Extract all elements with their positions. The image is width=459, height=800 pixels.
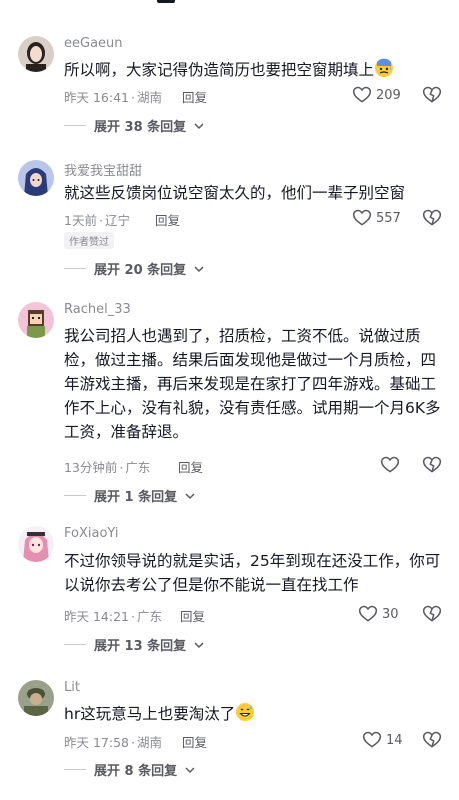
chevron-down-icon [194, 265, 204, 272]
broken-heart-icon [422, 209, 442, 226]
expand-replies-label: 展开 8 条回复 [94, 764, 178, 779]
broken-heart-icon [422, 605, 442, 622]
avatar[interactable] [18, 160, 54, 196]
like-button[interactable]: 557 [352, 208, 401, 228]
broken-heart-icon [422, 86, 442, 103]
like-count: 14 [386, 732, 403, 748]
author-liked-badge: 作者赞过 [64, 232, 114, 249]
comment-item: Rachel_33 我公司招人也遇到了，招质检，工资不低。说做过质检，做过主播。… [0, 290, 459, 506]
like-count: 557 [376, 210, 401, 226]
comment-item: eeGaeun 所以啊，大家记得伪造简历也要把空窗期填上 昨天 16:41 · 湖南… [0, 0, 459, 150]
comment-time: 1天前 [64, 213, 97, 228]
reply-button[interactable]: 回复 [182, 87, 207, 106]
divider [64, 769, 86, 770]
comment-item: FoXiaoYi 不过你领导说的就是实话，25年到现在还没工作，你可以说你去考公… [0, 506, 459, 666]
broken-heart-icon [422, 731, 442, 748]
expand-replies-label: 展开 38 条回复 [94, 120, 187, 135]
comment-text: 所以啊，大家记得伪造简历也要把空窗期填上 [64, 58, 446, 85]
chevron-down-icon [194, 122, 204, 129]
chevron-down-icon [194, 641, 204, 648]
broken-heart-icon [422, 456, 442, 473]
divider [64, 644, 86, 645]
avatar[interactable] [18, 680, 54, 716]
comment-text-body: hr这玩意马上也要淘汰了 [64, 705, 236, 723]
chevron-down-icon [185, 492, 195, 499]
like-button[interactable] [380, 455, 404, 475]
username[interactable]: eeGaeun [64, 36, 123, 51]
reply-button[interactable]: 回复 [180, 606, 205, 625]
divider [64, 495, 86, 496]
heart-icon [380, 456, 400, 473]
comment-location: 辽宁 [104, 213, 130, 228]
chevron-down-icon [185, 766, 195, 773]
like-button[interactable]: 209 [352, 85, 401, 105]
divider [64, 125, 86, 126]
comment-meta: 昨天 17:58 · 湖南 [64, 735, 162, 750]
comment-location: 湖南 [136, 735, 162, 750]
comment-location: 湖南 [136, 90, 162, 105]
dislike-button[interactable] [422, 85, 442, 105]
expand-replies[interactable]: 展开 20 条回复 [64, 259, 204, 278]
dislike-button[interactable] [422, 208, 442, 228]
username[interactable]: Rachel_33 [64, 302, 131, 317]
comment-text: hr这玩意马上也要淘汰了 [64, 702, 446, 729]
comment-time: 昨天 14:21 [64, 609, 129, 624]
dislike-button[interactable] [422, 604, 442, 624]
heart-icon [352, 86, 372, 103]
reply-button[interactable]: 回复 [178, 457, 203, 476]
comment-text-body: 所以啊，大家记得伪造简历也要把空窗期填上 [64, 61, 375, 79]
expand-replies[interactable]: 展开 8 条回复 [64, 760, 195, 779]
comment-meta: 13分钟前 · 广东 [64, 460, 151, 475]
reply-button[interactable]: 回复 [182, 732, 207, 751]
cold-sweat-emoji [374, 58, 394, 85]
avatar[interactable] [18, 526, 54, 562]
avatar[interactable] [18, 36, 54, 72]
expand-replies[interactable]: 展开 38 条回复 [64, 116, 204, 135]
comment-time: 昨天 16:41 [64, 90, 129, 105]
dislike-button[interactable] [422, 455, 442, 475]
dislike-button[interactable] [422, 730, 442, 750]
expand-replies-label: 展开 20 条回复 [94, 263, 187, 278]
heart-icon [352, 209, 372, 226]
like-button[interactable]: 14 [362, 730, 403, 750]
username[interactable]: FoXiaoYi [64, 526, 119, 541]
like-count: 30 [382, 606, 399, 622]
comment-location: 广东 [136, 609, 162, 624]
comment-meta: 昨天 16:41 · 湖南 [64, 90, 162, 105]
expand-replies-label: 展开 1 条回复 [94, 490, 178, 505]
comment-time: 昨天 17:58 [64, 735, 129, 750]
username[interactable]: 我爱我宝甜甜 [64, 160, 142, 179]
smiling-sweat-emoji [235, 702, 255, 729]
reply-button[interactable]: 回复 [155, 210, 180, 229]
comment-meta: 昨天 14:21 · 广东 [64, 609, 162, 624]
comment-item: 我爱我宝甜甜 就这些反馈岗位说空窗太久的，他们一辈子别空窗 1天前 · 辽宁 回复 … [0, 150, 459, 290]
comment-text: 不过你领导说的就是实话，25年到现在还没工作，你可以说你去考公了但是你不能说一直… [64, 552, 441, 594]
expand-replies-label: 展开 13 条回复 [94, 639, 187, 654]
comment-location: 广东 [125, 460, 151, 475]
expand-replies[interactable]: 展开 1 条回复 [64, 486, 195, 505]
comment-meta: 1天前 · 辽宁 [64, 213, 130, 228]
comment-time: 13分钟前 [64, 460, 118, 475]
expand-replies[interactable]: 展开 13 条回复 [64, 635, 204, 654]
heart-icon [362, 731, 382, 748]
comment-text: 就这些反馈岗位说空窗太久的，他们一辈子别空窗 [64, 184, 406, 202]
like-button[interactable]: 30 [358, 604, 399, 624]
comment-text: 我公司招人也遇到了，招质检，工资不低。说做过质检，做过主播。结果后面发现他是做过… [64, 327, 441, 441]
heart-icon [358, 605, 378, 622]
like-count: 209 [376, 87, 401, 103]
username[interactable]: Lit [64, 680, 80, 695]
comment-item: Lit hr这玩意马上也要淘汰了 昨天 17:58 · 湖南 回复 14 展开 8 … [0, 666, 459, 800]
divider [64, 268, 86, 269]
avatar[interactable] [18, 302, 54, 338]
